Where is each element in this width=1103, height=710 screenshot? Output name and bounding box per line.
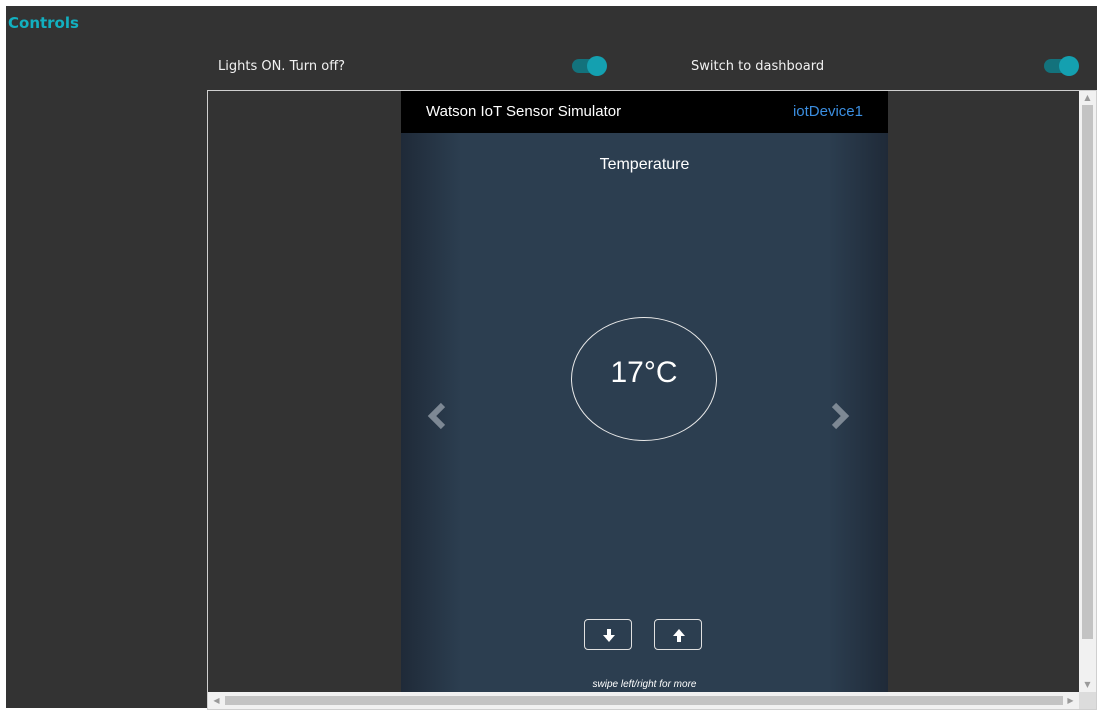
lights-toggle-label: Lights ON. Turn off? <box>218 59 346 74</box>
scroll-left-icon[interactable]: ◀ <box>208 692 225 709</box>
vertical-scrollbar[interactable]: ▲ ▼ <box>1079 91 1096 692</box>
lights-toggle[interactable] <box>572 56 607 76</box>
dashboard-toggle-label: Switch to dashboard <box>691 59 825 74</box>
controls-panel: Controls Lights ON. Turn off? Switch to … <box>6 6 1097 710</box>
chevron-left-icon[interactable] <box>425 401 451 431</box>
dashboard-toggle[interactable] <box>1044 56 1079 76</box>
simulator-title: Watson IoT Sensor Simulator <box>426 103 622 120</box>
sensor-name: Temperature <box>599 156 690 173</box>
sensor-simulator: Watson IoT Sensor Simulator iotDevice1 T… <box>401 91 888 692</box>
scroll-down-icon[interactable]: ▼ <box>1079 678 1096 692</box>
sensor-gauge: 17°C <box>571 317 717 441</box>
simulator-frame: Watson IoT Sensor Simulator iotDevice1 T… <box>207 90 1097 710</box>
device-id-link[interactable]: iotDevice1 <box>793 103 863 120</box>
simulator-header: Watson IoT Sensor Simulator iotDevice1 <box>401 91 888 133</box>
dashboard-toggle-knob <box>1059 56 1079 76</box>
scroll-up-icon[interactable]: ▲ <box>1079 91 1096 105</box>
horizontal-scroll-thumb[interactable] <box>225 696 1063 705</box>
vertical-scroll-thumb[interactable] <box>1082 105 1093 639</box>
scroll-right-icon[interactable]: ▶ <box>1062 692 1079 709</box>
increase-button[interactable] <box>654 619 702 650</box>
arrow-down-icon <box>603 629 615 642</box>
scrollbar-corner <box>1079 692 1096 709</box>
horizontal-scrollbar[interactable]: ◀ ▶ <box>208 692 1079 709</box>
swipe-hint: swipe left/right for more <box>592 679 697 690</box>
arrow-up-icon <box>673 629 685 642</box>
lights-toggle-knob <box>587 56 607 76</box>
decrease-button[interactable] <box>584 619 632 650</box>
panel-title: Controls <box>8 14 79 32</box>
chevron-right-icon[interactable] <box>826 401 852 431</box>
sensor-value: 17°C <box>610 356 678 389</box>
